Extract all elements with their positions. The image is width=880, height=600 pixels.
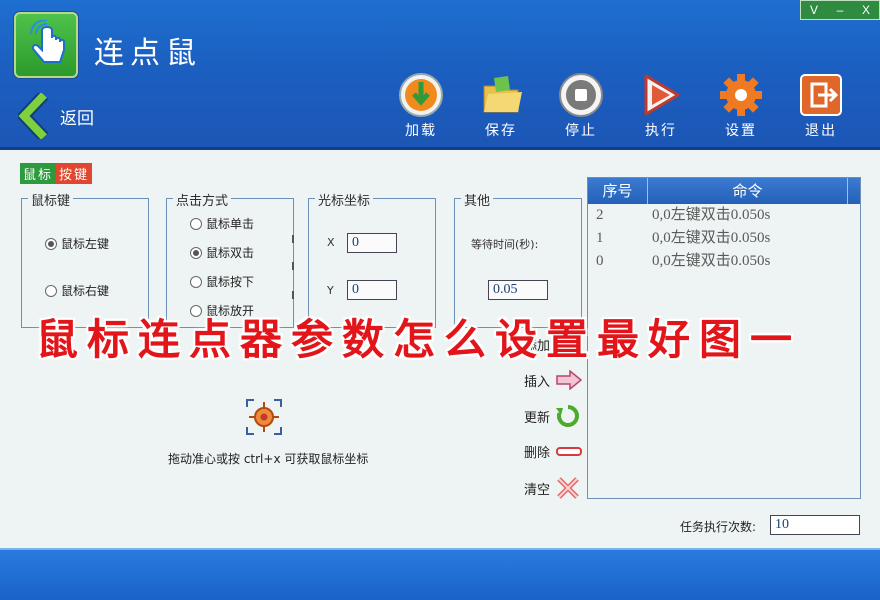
radio-mouse-left-label: 鼠标左键 [61, 237, 110, 251]
mouse-key-title: 鼠标键 [28, 190, 74, 209]
row-command: 0,0左键双击0.050s [652, 230, 771, 246]
refresh-icon [556, 405, 579, 427]
settings-button[interactable]: 设置 [712, 72, 770, 140]
radio-click-double[interactable]: 鼠标双击 [190, 244, 254, 261]
load-label: 加载 [405, 123, 437, 139]
run-button[interactable]: 执行 [632, 72, 690, 140]
footer-band [0, 548, 880, 600]
header-command: 命令 [648, 178, 848, 204]
crosshair-hint: 拖动准心或按 ctrl+x 可获取鼠标坐标 [168, 452, 369, 466]
separator-mark [292, 235, 294, 243]
radio-click-double-label: 鼠标双击 [206, 246, 255, 260]
cursor-coords-title: 光标坐标 [315, 190, 374, 209]
crosshair-icon[interactable] [245, 398, 283, 436]
clear-label: 清空 [524, 482, 551, 498]
play-icon [644, 74, 680, 116]
tab-label-part2: 按键 [56, 163, 93, 184]
table-row[interactable]: 0 0,0左键双击0.050s [588, 250, 860, 273]
other-title: 其他 [461, 190, 494, 209]
back-arrow-icon [18, 93, 49, 139]
wait-time-label: 等待时间(秒): [471, 238, 539, 251]
back-button[interactable]: 返回 [18, 92, 94, 140]
y-input[interactable]: 0 [347, 280, 397, 300]
insert-button[interactable]: 插入 [524, 370, 582, 390]
window-controls: V – X [800, 0, 880, 20]
radio-indicator [45, 284, 57, 297]
radio-indicator [190, 217, 202, 230]
stop-icon [559, 73, 603, 117]
row-command: 0,0左键双击0.050s [652, 253, 771, 269]
radio-indicator [190, 275, 202, 288]
radio-click-press-label: 鼠标按下 [206, 275, 255, 289]
wait-time-input[interactable]: 0.05 [488, 280, 548, 300]
minus-icon [556, 446, 582, 456]
run-label: 执行 [645, 123, 677, 139]
save-label: 保存 [485, 123, 517, 139]
radio-mouse-right[interactable]: 鼠标右键 [45, 282, 109, 299]
exit-label: 退出 [805, 123, 837, 139]
restore-button[interactable]: V [801, 1, 827, 19]
arrow-right-pink-icon [556, 370, 582, 390]
y-label: Y [327, 284, 334, 297]
tab-mouse-key[interactable]: 鼠标 按键 [20, 163, 93, 184]
task-count-input[interactable]: 10 [770, 515, 860, 535]
update-label: 更新 [524, 410, 551, 426]
overlay-caption: 鼠标连点器参数怎么设置最好图一 [36, 315, 802, 364]
task-count-label: 任务执行次数: [680, 520, 757, 534]
load-icon [399, 73, 443, 117]
header-index: 序号 [588, 178, 648, 204]
exit-button[interactable]: 退出 [792, 72, 850, 140]
stop-button[interactable]: 停止 [552, 72, 610, 140]
row-command: 0,0左键双击0.050s [652, 207, 771, 223]
save-button[interactable]: 保存 [472, 72, 530, 140]
row-index: 2 [596, 207, 604, 223]
stop-label: 停止 [565, 123, 597, 139]
header-bar: 连点鼠 V – X 返回 加载 保存 停止 执行 设置 退出 [0, 0, 880, 150]
update-button[interactable]: 更新 [524, 404, 580, 428]
command-table-header: 序号 命令 [588, 178, 860, 204]
exit-icon [800, 74, 842, 116]
settings-label: 设置 [725, 123, 757, 139]
radio-mouse-right-label: 鼠标右键 [61, 284, 110, 298]
delete-label: 删除 [524, 446, 551, 461]
toolbar: 加载 保存 停止 执行 设置 退出 [392, 72, 850, 140]
tab-label-part1: 鼠标 [20, 163, 57, 184]
app-title: 连点鼠 [94, 36, 202, 71]
clear-button[interactable]: 清空 [524, 476, 580, 500]
back-label: 返回 [60, 108, 94, 129]
table-row[interactable]: 1 0,0左键双击0.050s [588, 227, 860, 250]
delete-button[interactable]: 删除 [524, 442, 582, 461]
load-button[interactable]: 加载 [392, 72, 450, 140]
separator-mark [292, 262, 294, 270]
close-button[interactable]: X [853, 1, 879, 19]
row-index: 1 [596, 230, 604, 246]
gear-icon [720, 74, 762, 116]
app-window: 连点鼠 V – X 返回 加载 保存 停止 执行 设置 退出 鼠标 按键 鼠标键… [0, 0, 880, 600]
table-row[interactable]: 2 0,0左键双击0.050s [588, 204, 860, 227]
x-input[interactable]: 0 [347, 233, 397, 253]
row-index: 0 [596, 253, 604, 269]
insert-label: 插入 [524, 374, 551, 390]
x-label: X [327, 236, 335, 249]
radio-indicator [190, 246, 202, 259]
click-mode-title: 点击方式 [173, 190, 232, 209]
radio-click-single[interactable]: 鼠标单击 [190, 215, 254, 232]
folder-icon [483, 76, 522, 113]
radio-click-single-label: 鼠标单击 [206, 217, 255, 231]
radio-click-press[interactable]: 鼠标按下 [190, 273, 254, 290]
app-logo-icon [14, 12, 78, 78]
radio-mouse-left[interactable]: 鼠标左键 [45, 235, 109, 252]
separator-mark [292, 291, 294, 299]
radio-indicator [45, 237, 57, 250]
clear-x-icon [557, 477, 579, 499]
minimize-button[interactable]: – [827, 1, 853, 19]
